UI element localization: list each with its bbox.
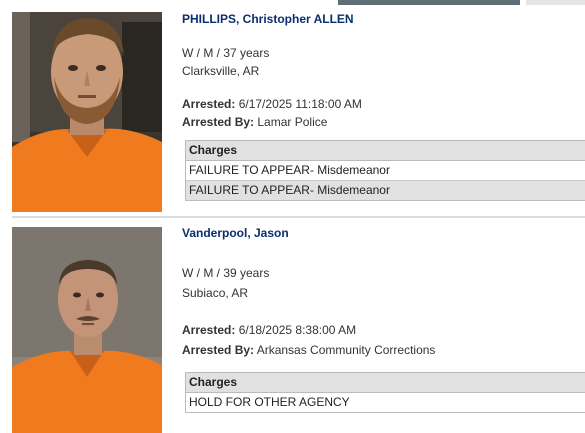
arrested-date: Arrested: 6/18/2025 8:38:00 AM: [182, 323, 356, 337]
charge-row: FAILURE TO APPEAR- Misdemeanor: [186, 180, 585, 200]
demographics: W / M / 37 years: [182, 46, 270, 60]
charges-header: Charges: [186, 373, 585, 393]
charge-row: HOLD FOR OTHER AGENCY: [186, 393, 585, 412]
arrested-by: Arrested By: Arkansas Community Correcti…: [182, 343, 435, 357]
inmate-name-link[interactable]: PHILLIPS, Christopher ALLEN: [182, 12, 354, 26]
mugshot-photo[interactable]: [12, 12, 162, 212]
arrested-by-label: Arrested By:: [182, 343, 255, 357]
arrested-value: 6/18/2025 8:38:00 AM: [238, 323, 357, 337]
inmate-name-link[interactable]: Vanderpool, Jason: [182, 226, 289, 240]
charges-table: Charges HOLD FOR OTHER AGENCY: [185, 372, 585, 413]
arrested-by-label: Arrested By:: [182, 115, 255, 129]
inmate-record: PHILLIPS, Christopher ALLEN W / M / 37 y…: [0, 0, 585, 216]
city: Subiaco, AR: [182, 286, 249, 300]
arrested-label: Arrested:: [182, 97, 236, 111]
mugshot-photo[interactable]: [12, 227, 162, 433]
arrested-date: Arrested: 6/17/2025 11:18:00 AM: [182, 97, 362, 111]
charges-table: Charges FAILURE TO APPEAR- Misdemeanor F…: [185, 140, 585, 201]
arrested-by: Arrested By: Lamar Police: [182, 115, 327, 129]
mugshot-image: [12, 227, 162, 433]
arrested-value: 6/17/2025 11:18:00 AM: [238, 97, 362, 111]
charges-header: Charges: [186, 141, 585, 161]
arrested-label: Arrested:: [182, 323, 236, 337]
mugshot-image: [12, 12, 162, 212]
demographics: W / M / 39 years: [182, 266, 270, 280]
record-divider: [12, 216, 585, 218]
city: Clarksville, AR: [182, 64, 260, 78]
arrested-by-value: Lamar Police: [257, 115, 328, 129]
charge-row: FAILURE TO APPEAR- Misdemeanor: [186, 161, 585, 180]
arrested-by-value: Arkansas Community Corrections: [256, 343, 436, 357]
inmate-record: Vanderpool, Jason W / M / 39 years Subia…: [0, 220, 585, 433]
